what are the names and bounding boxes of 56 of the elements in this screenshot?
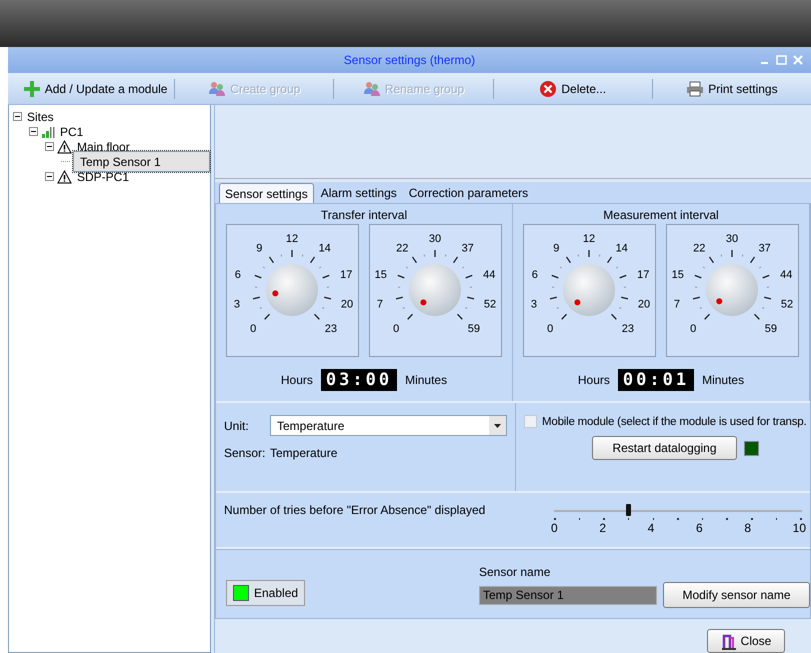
hours-label: Hours [280,373,313,387]
minutes-label: Minutes [405,373,448,387]
collapse-icon[interactable] [45,142,54,151]
printer-icon [686,80,704,96]
rotary-dial[interactable]: 0 7 15 22 30 37 44 52 59 [666,224,799,357]
minutes-label: Minutes [702,373,744,387]
slider-thumb[interactable] [626,504,632,516]
collapse-icon[interactable] [13,112,22,121]
tick-label: 0 [551,520,558,534]
unit-dropdown[interactable]: Temperature [270,415,507,436]
people-icon [208,80,226,96]
collapse-icon[interactable] [45,172,54,181]
hours-label: Hours [578,373,610,387]
sensor-name-label: Sensor name [479,565,552,579]
tab[interactable]: Alarm settings [316,183,402,203]
people-icon [362,80,381,96]
warning-icon [57,140,72,154]
unit-label: Unit: [224,418,250,432]
tree-item[interactable]: Sites [25,110,56,124]
window-title: Sensor settings (thermo) [344,53,476,67]
sensor-label: Sensor: [224,446,262,460]
collapse-icon[interactable] [29,127,38,136]
signal-icon [41,126,55,138]
tab[interactable]: Correction parameters [404,183,534,203]
exit-door-icon [720,632,737,650]
toolbar-button[interactable]: Delete... [494,80,652,98]
checkbox[interactable] [524,415,537,428]
restart-button[interactable]: Restart datalogging [592,436,737,460]
tree-item[interactable]: PC1 [58,124,86,138]
tick-label: 8 [744,520,751,534]
checkbox-label: Mobile module (select if the module is used for transp. [542,416,806,428]
sensor-value: Temperature [270,446,338,460]
close-button[interactable]: Close [707,629,785,653]
enabled-button[interactable]: Enabled [226,580,306,606]
section-title: Measurement interval [603,208,719,222]
tree-item[interactable]: Temp Sensor 1 [73,151,210,172]
tab[interactable]: Sensor settings [219,183,314,203]
rotary-dial[interactable]: 0 7 15 22 30 37 44 52 59 [369,224,502,357]
digital-display: 03:00 [320,369,398,391]
digital-display: 00:01 [618,369,694,391]
delete-icon [539,80,558,98]
tick-label: 4 [648,520,654,534]
warning-icon [57,170,72,184]
rotary-dial[interactable]: 0 3 6 9 12 14 17 20 23 [523,224,656,357]
tick-label: 2 [599,520,606,534]
toolbar-button[interactable]: Print settings [652,80,811,96]
toolbar-button[interactable]: Add / Update a module [16,80,174,98]
tries-label: Number of tries before "Error Absence" displayed [224,503,486,519]
rotary-dial[interactable]: 0 3 6 9 12 14 17 20 23 [226,224,359,357]
plus-icon [22,80,41,98]
tree-item[interactable]: SDP-PC1 [75,170,132,184]
tick-label: 10 [792,520,806,534]
section-title: Transfer interval [320,208,408,222]
tick-label: 6 [696,520,703,534]
modify-button[interactable]: Modify sensor name [663,582,810,608]
sensor-name-field[interactable]: Temp Sensor 1 [479,586,657,604]
